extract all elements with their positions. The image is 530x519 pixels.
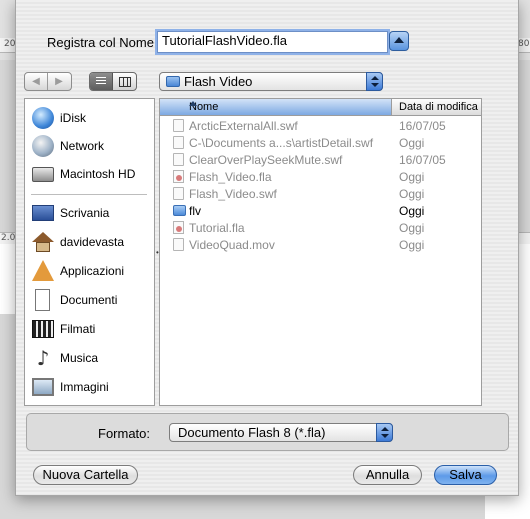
history-nav: ◀ ▶ <box>24 72 72 91</box>
save-as-label: Registra col Nome: <box>47 35 158 50</box>
file-row[interactable]: Flash_Video.fla Oggi <box>160 168 481 185</box>
file-name: Flash_Video.swf <box>189 187 277 201</box>
swf-file-icon <box>173 136 184 149</box>
home-icon-base <box>36 242 50 252</box>
sidebar-item-label: Documenti <box>60 293 118 307</box>
new-folder-button[interactable]: Nuova Cartella <box>33 465 138 485</box>
column-header-date[interactable]: Data di modifica <box>399 101 478 113</box>
sidebar-item-label: Musica <box>60 351 99 365</box>
cancel-button[interactable]: Annulla <box>353 465 422 485</box>
chevron-left-icon: ◀ <box>32 76 40 87</box>
file-list-header: Nome Data di modifica <box>160 99 481 116</box>
file-date: Oggi <box>399 221 425 235</box>
forward-button[interactable]: ▶ <box>48 73 70 90</box>
list-view-icon <box>96 77 106 86</box>
location-popup[interactable]: Flash Video <box>159 72 383 91</box>
sidebar-item-filmati[interactable]: Filmati <box>25 316 154 342</box>
file-row[interactable]: VideoQuad.mov Oggi <box>160 236 481 253</box>
file-name: C-\Documents a...s\artistDetail.swf <box>189 136 374 150</box>
sidebar: iDisk Network Macintosh HD Scrivania dav… <box>24 98 155 406</box>
swf-file-icon <box>173 153 184 166</box>
fla-file-icon <box>173 221 184 234</box>
file-name: Flash_Video.fla <box>189 170 272 184</box>
format-popup-value: Documento Flash 8 (*.fla) <box>178 425 326 440</box>
music-icon: ♪ <box>36 346 50 370</box>
swf-file-icon <box>173 119 184 132</box>
sidebar-item-musica[interactable]: ♪ Musica <box>25 345 154 371</box>
pictures-icon <box>32 378 54 396</box>
file-row[interactable]: ArcticExternalAll.swf 16/07/05 <box>160 117 481 134</box>
format-label: Formato: <box>98 426 151 441</box>
format-popup[interactable]: Documento Flash 8 (*.fla) <box>169 423 393 442</box>
applications-icon <box>32 260 54 281</box>
file-date: Oggi <box>399 238 425 252</box>
column-view-button[interactable] <box>113 73 136 90</box>
chevron-right-icon: ▶ <box>55 76 63 87</box>
hard-disk-icon <box>32 167 54 182</box>
folder-row[interactable]: flv Oggi <box>160 202 481 219</box>
sidebar-item-label: Immagini <box>60 380 109 394</box>
sidebar-item-label: Applicazioni <box>60 264 125 278</box>
file-name: ClearOverPlaySeekMute.swf <box>189 153 343 167</box>
sidebar-item-scrivania[interactable]: Scrivania <box>25 200 154 226</box>
documents-icon <box>35 289 50 311</box>
ruler-number: 2.0 <box>1 233 16 243</box>
folder-icon <box>173 205 186 216</box>
filename-input[interactable]: TutorialFlashVideo.fla <box>157 31 388 53</box>
file-row[interactable]: Tutorial.fla Oggi <box>160 219 481 236</box>
sidebar-item-label: Network <box>60 139 105 153</box>
file-name: ArcticExternalAll.swf <box>189 119 298 133</box>
file-date: Oggi <box>399 136 425 150</box>
popup-arrows-icon <box>376 423 393 442</box>
file-date: Oggi <box>399 170 425 184</box>
sidebar-item-label: Macintosh HD <box>60 167 136 181</box>
sidebar-item-documenti[interactable]: Documenti <box>25 287 154 313</box>
file-date: Oggi <box>399 204 425 218</box>
sidebar-separator <box>31 194 147 195</box>
file-name: VideoQuad.mov <box>189 238 275 252</box>
collapse-dialog-button[interactable] <box>389 31 409 51</box>
format-panel: Formato: Documento Flash 8 (*.fla) <box>26 413 509 451</box>
file-row[interactable]: Flash_Video.swf Oggi <box>160 185 481 202</box>
sidebar-item-home[interactable]: davidevasta <box>25 229 154 255</box>
movies-icon <box>32 320 54 338</box>
idisk-icon <box>32 107 54 129</box>
ruler-number: 20 <box>4 39 16 49</box>
swf-file-icon <box>173 187 184 200</box>
save-button[interactable]: Salva <box>434 465 497 485</box>
ruler-number: 80 <box>518 39 530 49</box>
sidebar-item-label: Scrivania <box>60 206 110 220</box>
list-view-button[interactable] <box>90 73 113 90</box>
sidebar-item-macintosh-hd[interactable]: Macintosh HD <box>25 161 154 187</box>
file-row[interactable]: C-\Documents a...s\artistDetail.swf Oggi <box>160 134 481 151</box>
sidebar-item-network[interactable]: Network <box>25 133 154 159</box>
back-button[interactable]: ◀ <box>25 73 48 90</box>
view-mode-toggle <box>89 72 137 91</box>
location-popup-value: Flash Video <box>184 74 253 89</box>
sort-ascending-icon <box>189 101 197 106</box>
sidebar-item-label: Filmati <box>60 322 96 336</box>
file-date: 16/07/05 <box>399 119 446 133</box>
sidebar-item-label: davidevasta <box>60 235 125 249</box>
file-date: Oggi <box>399 187 425 201</box>
column-view-icon <box>119 77 131 87</box>
network-globe-icon <box>32 135 54 157</box>
file-row[interactable]: ClearOverPlaySeekMute.swf 16/07/05 <box>160 151 481 168</box>
save-dialog: Registra col Nome: TutorialFlashVideo.fl… <box>15 0 519 496</box>
sidebar-item-immagini[interactable]: Immagini <box>25 374 154 400</box>
popup-arrows-icon <box>366 72 383 91</box>
desktop-icon <box>32 205 54 221</box>
folder-icon <box>166 76 180 87</box>
file-date: 16/07/05 <box>399 153 446 167</box>
file-list: Nome Data di modifica ArcticExternalAll.… <box>159 98 482 406</box>
home-icon <box>32 232 54 242</box>
sidebar-item-idisk[interactable]: iDisk <box>25 105 154 131</box>
movie-file-icon <box>173 238 184 251</box>
file-name: flv <box>189 204 201 218</box>
file-name: Tutorial.fla <box>189 221 245 235</box>
column-header-name[interactable]: Nome <box>160 99 392 115</box>
fla-file-icon <box>173 170 184 183</box>
sidebar-item-applicazioni[interactable]: Applicazioni <box>25 258 154 284</box>
sidebar-item-label: iDisk <box>60 111 86 125</box>
